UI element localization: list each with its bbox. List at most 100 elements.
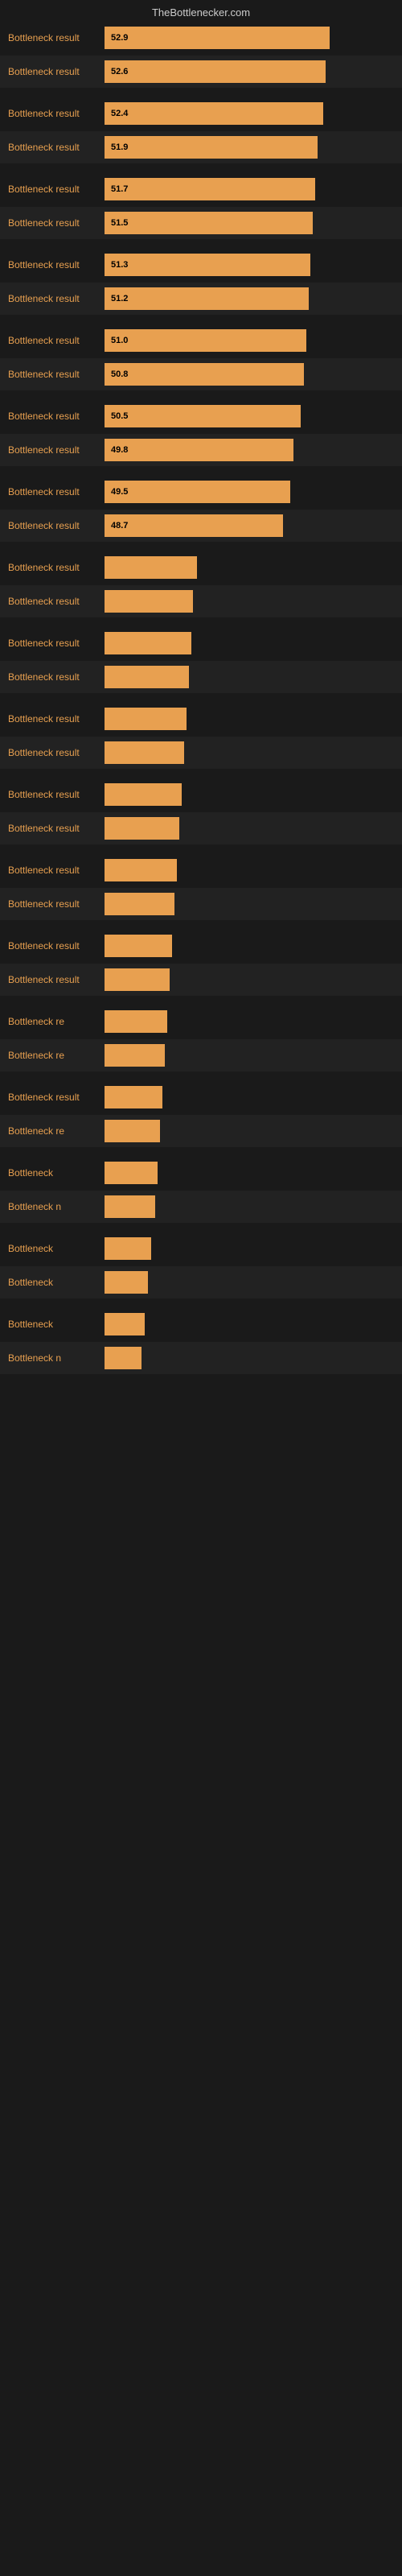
bar-wrap: 48.7 [105,514,394,537]
bar-fill [105,632,191,654]
bar-value: 51.0 [111,336,128,345]
bar-label: Bottleneck result [8,335,105,346]
bar-row: Bottleneck result 49.8 [0,434,402,466]
bar-row: Bottleneck n [0,1342,402,1374]
bar-wrap [105,1120,394,1142]
bar-row: Bottleneck result [0,778,402,811]
bar-row: Bottleneck result52.6 [0,56,402,88]
bar-label: Bottleneck result [8,865,105,876]
bar-label: Bottleneck result [8,713,105,724]
bar-wrap [105,1195,394,1218]
bar-wrap [105,1347,394,1369]
bar-label: Bottleneck result [8,108,105,119]
bar-row: Bottleneck result51.5 [0,207,402,239]
bar-wrap: 52.4 [105,102,394,125]
bar-row: Bottleneck re [0,1005,402,1038]
bar-value: 52.9 [111,33,128,43]
bar-wrap [105,590,394,613]
bar-label: Bottleneck result [8,1092,105,1103]
bar-row: Bottleneck result 52.9 [0,22,402,54]
bar-label: Bottleneck result [8,638,105,649]
bar-label: Bottleneck result [8,520,105,531]
bar-wrap [105,741,394,764]
bar-wrap [105,632,394,654]
bar-wrap [105,893,394,915]
bar-label: Bottleneck result [8,747,105,758]
bar-row: Bottleneck [0,1157,402,1189]
bar-row: Bottleneck result [0,661,402,693]
bar-row: Bottleneck result 52.4 [0,97,402,130]
bar-wrap [105,968,394,991]
bar-label: Bottleneck result [8,789,105,800]
bar-fill: 51.9 [105,136,318,159]
bar-row: Bottleneck result 48.7 [0,510,402,542]
bar-fill: 51.3 [105,254,310,276]
bar-label: Bottleneck result [8,369,105,380]
bar-label: Bottleneck result [8,444,105,456]
bar-label: Bottleneck result [8,32,105,43]
bar-row: Bottleneck result [0,964,402,996]
bar-label: Bottleneck result [8,671,105,683]
bar-label: Bottleneck n [8,1201,105,1212]
bar-label: Bottleneck [8,1243,105,1254]
bar-fill [105,859,177,881]
bar-row: Bottleneck result [0,888,402,920]
bar-fill [105,968,170,991]
bar-label: Bottleneck result [8,142,105,153]
bar-value: 48.7 [111,521,128,530]
bar-fill [105,935,172,957]
bar-row: Bottleneck result 51.0 [0,324,402,357]
bar-label: Bottleneck re [8,1016,105,1027]
site-title: TheBottlenecker.com [152,6,250,19]
bar-value: 49.8 [111,445,128,455]
bar-row: Bottleneck result51.3 [0,249,402,281]
bar-wrap: 51.3 [105,254,394,276]
bar-row: Bottleneck [0,1266,402,1298]
bar-value: 50.5 [111,411,128,421]
bar-label: Bottleneck n [8,1352,105,1364]
bar-wrap: 49.5 [105,481,394,503]
bar-fill [105,666,189,688]
bar-fill [105,1086,162,1108]
bar-fill [105,1044,165,1067]
bar-fill: 49.8 [105,439,293,461]
bar-fill [105,708,187,730]
bar-value: 51.5 [111,218,128,228]
bar-label: Bottleneck re [8,1050,105,1061]
bar-value: 52.4 [111,109,128,118]
bar-label: Bottleneck result [8,486,105,497]
bar-wrap [105,1010,394,1033]
bar-fill [105,1347,142,1369]
bar-value: 51.3 [111,260,128,270]
bar-row: Bottleneck result [0,854,402,886]
bar-wrap: 52.6 [105,60,394,83]
bar-row: Bottleneck n [0,1191,402,1223]
bar-wrap [105,783,394,806]
bar-wrap [105,1044,394,1067]
bar-fill: 52.9 [105,27,330,49]
bar-label: Bottleneck result [8,596,105,607]
bar-row: Bottleneck result50.5 [0,400,402,432]
site-header: TheBottlenecker.com [0,0,402,22]
bar-wrap [105,666,394,688]
bar-row: Bottleneck re [0,1039,402,1071]
bar-wrap [105,1086,394,1108]
bar-label: Bottleneck [8,1319,105,1330]
bar-label: Bottleneck result [8,823,105,834]
bar-fill: 52.6 [105,60,326,83]
bar-row: Bottleneck result [0,585,402,617]
bar-row: Bottleneck result 49.5 [0,476,402,508]
bar-wrap [105,817,394,840]
bar-value: 51.9 [111,142,128,152]
bar-fill: 51.2 [105,287,309,310]
bar-fill [105,893,174,915]
bar-value: 49.5 [111,487,128,497]
bar-label: Bottleneck result [8,974,105,985]
bar-fill: 49.5 [105,481,290,503]
bar-label: Bottleneck result [8,184,105,195]
bar-wrap [105,1162,394,1184]
bar-wrap: 52.9 [105,27,394,49]
bar-wrap [105,1313,394,1335]
bar-fill [105,817,179,840]
bar-row: Bottleneck result [0,703,402,735]
